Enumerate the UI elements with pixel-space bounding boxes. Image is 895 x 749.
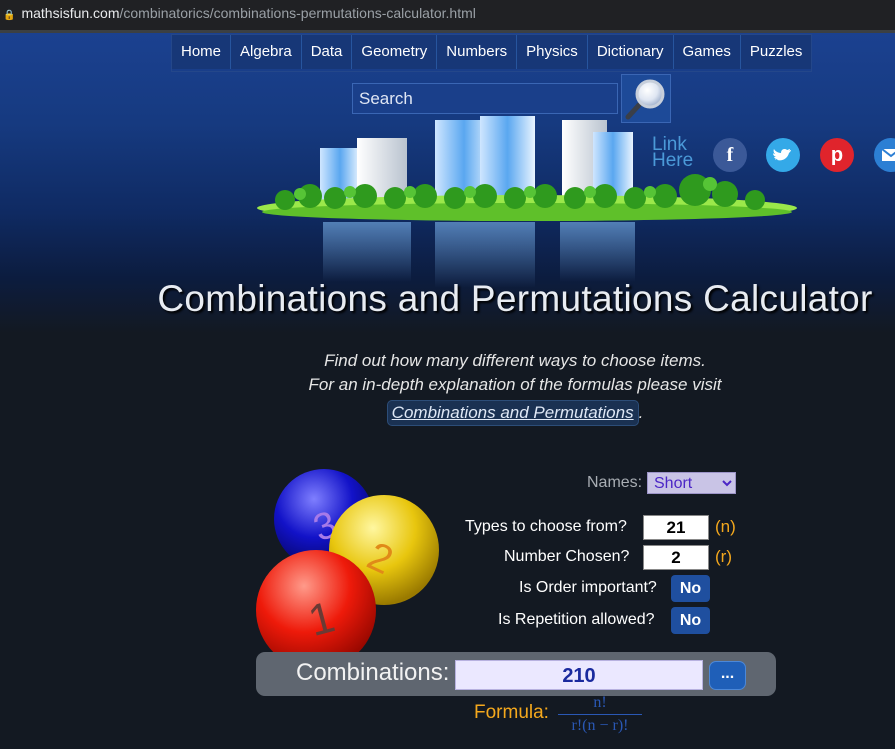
search-input[interactable]: [352, 83, 618, 114]
result-value: 210: [455, 660, 703, 690]
formula: n! r!(n − r)!: [558, 694, 642, 735]
nav-geometry[interactable]: Geometry: [352, 35, 438, 69]
nav-physics[interactable]: Physics: [517, 35, 588, 69]
twitter-icon[interactable]: [766, 138, 800, 172]
url-path: /combinatorics/combinations-permutations…: [119, 5, 476, 21]
formula-numerator: n!: [593, 694, 607, 711]
lock-icon: 🔒: [3, 10, 16, 21]
intro-link-suffix: .: [638, 403, 644, 422]
result-label: Combinations:: [296, 659, 450, 686]
types-input[interactable]: [643, 515, 709, 540]
browser-url-bar[interactable]: 🔒 mathsisfun.com/combinatorics/combinatio…: [0, 0, 895, 30]
pinterest-icon[interactable]: p: [820, 138, 854, 172]
twitter-bird-shape: [773, 149, 791, 161]
nav-puzzles[interactable]: Puzzles: [740, 35, 812, 69]
order-label: Is Order important?: [519, 579, 657, 596]
repetition-toggle[interactable]: No: [671, 607, 710, 634]
more-button[interactable]: ...: [709, 661, 746, 690]
page-title: Combinations and Permutations Calculator: [157, 278, 873, 319]
chosen-input[interactable]: [643, 545, 709, 570]
order-toggle[interactable]: No: [671, 575, 710, 602]
email-icon[interactable]: [874, 138, 895, 172]
types-label: Types to choose from?: [465, 518, 627, 535]
top-nav: Home Algebra Data Geometry Numbers Physi…: [171, 34, 813, 72]
formula-denominator: r!(n − r)!: [571, 717, 629, 734]
formula-fraction-bar: [558, 714, 642, 715]
link-here-line2: Here: [652, 150, 694, 171]
nav-home[interactable]: Home: [172, 35, 232, 69]
chosen-label: Number Chosen?: [504, 548, 630, 565]
facebook-icon[interactable]: f: [713, 138, 747, 172]
nav-numbers[interactable]: Numbers: [437, 35, 518, 69]
nav-data[interactable]: Data: [301, 35, 353, 69]
city-island-illustration: [257, 116, 797, 288]
link-here-button[interactable]: Link Here: [652, 135, 694, 171]
nav-dictionary[interactable]: Dictionary: [587, 35, 674, 69]
names-select[interactable]: Short: [647, 472, 736, 494]
combinations-permutations-link[interactable]: Combinations and Permutations: [386, 400, 639, 426]
names-label: Names:: [587, 474, 643, 491]
intro-link-row: Combinations and Permutations.: [200, 397, 830, 426]
nav-games[interactable]: Games: [673, 35, 741, 69]
repetition-label: Is Repetition allowed?: [498, 611, 655, 628]
nav-algebra[interactable]: Algebra: [231, 35, 302, 69]
intro-text: Find out how many different ways to choo…: [200, 349, 830, 426]
intro-line2: For an in-depth explanation of the formu…: [308, 375, 722, 394]
chosen-variable: (r): [715, 547, 732, 566]
intro-line1: Find out how many different ways to choo…: [324, 351, 706, 370]
formula-label: Formula:: [474, 702, 549, 723]
numbered-balls-illustration: 3 2 1: [256, 469, 439, 670]
types-variable: (n): [715, 517, 736, 536]
envelope-shape: [881, 148, 895, 161]
url-domain: mathsisfun.com: [21, 5, 120, 21]
